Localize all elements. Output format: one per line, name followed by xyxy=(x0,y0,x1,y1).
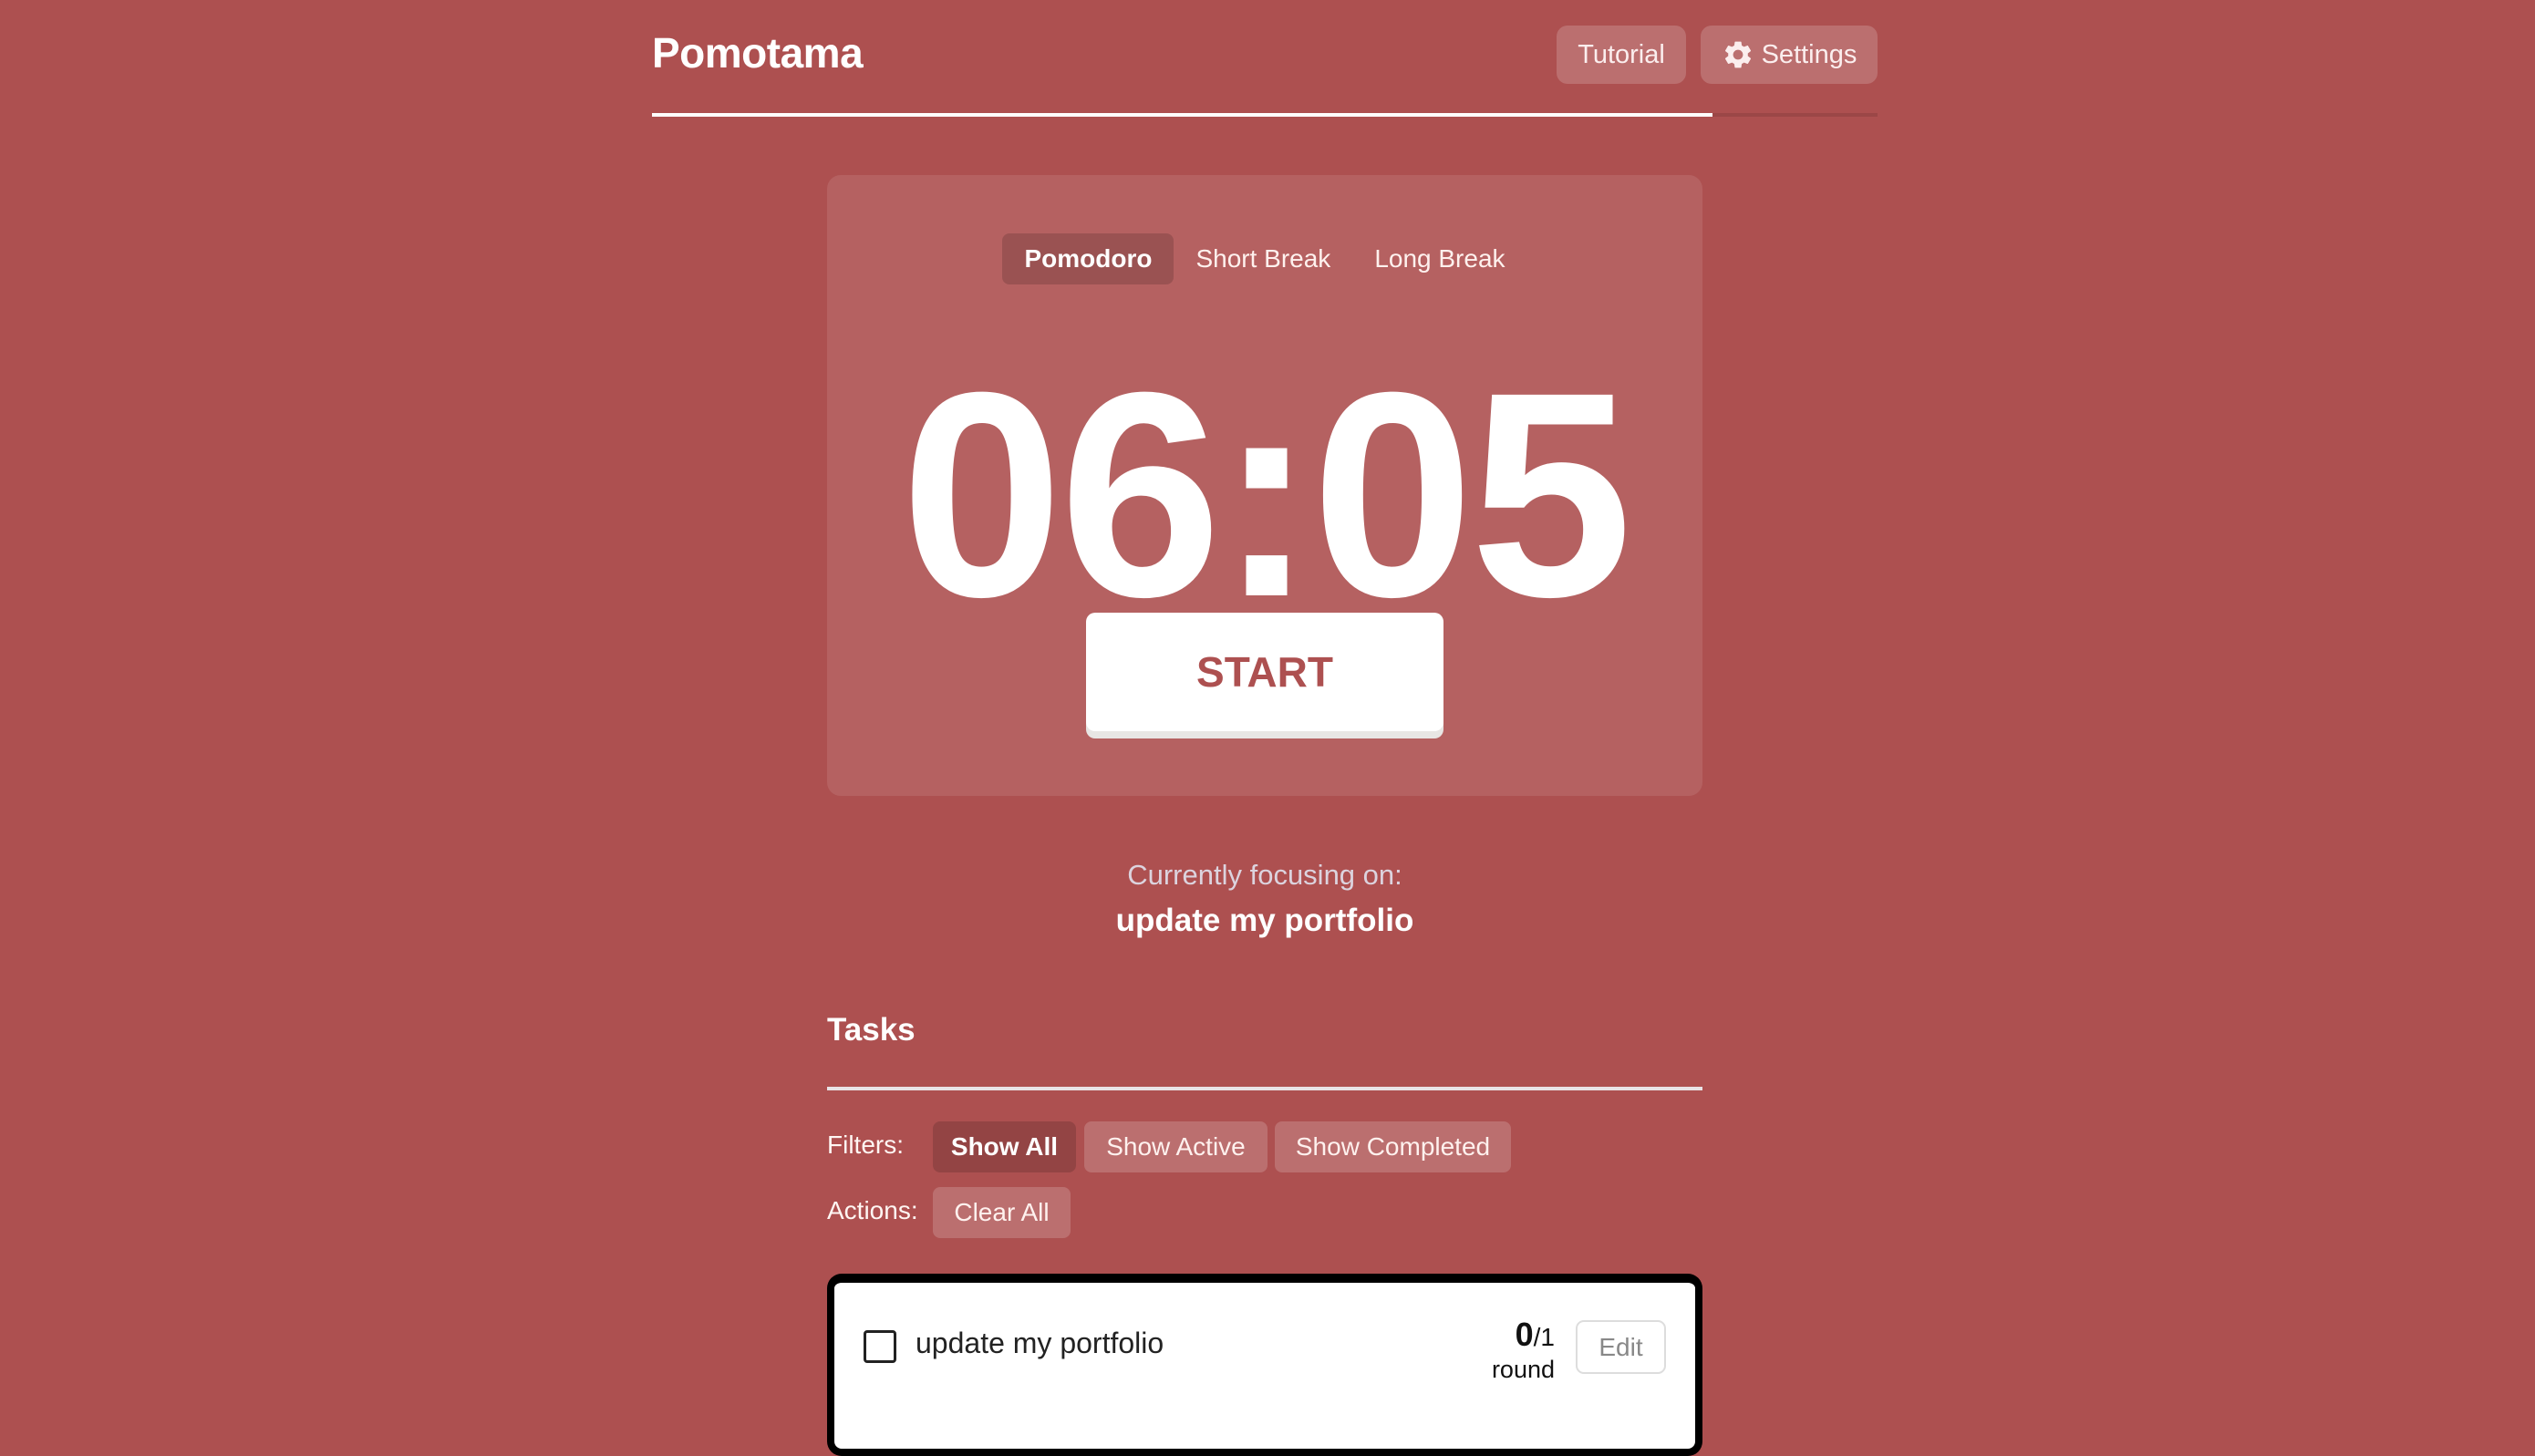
tab-pomodoro[interactable]: Pomodoro xyxy=(1002,233,1174,284)
rounds-total: /1 xyxy=(1533,1323,1555,1351)
task-checkbox[interactable] xyxy=(864,1330,896,1363)
filter-label: Show All xyxy=(950,1132,1059,1161)
mode-tabs: Pomodoro Short Break Long Break xyxy=(827,233,1702,284)
start-button[interactable]: START xyxy=(1086,613,1443,731)
gear-icon xyxy=(1722,38,1754,71)
focus-label: Currently focusing on: xyxy=(1127,859,1402,891)
timer-card: Pomodoro Short Break Long Break 06:05 ST… xyxy=(827,175,1702,796)
filter-show-completed-button[interactable]: Show Completed xyxy=(1275,1121,1511,1172)
filter-label: Show Completed xyxy=(1295,1132,1491,1161)
tab-short-break[interactable]: Short Break xyxy=(1174,233,1352,284)
rounds-done: 0 xyxy=(1515,1316,1534,1353)
tutorial-label: Tutorial xyxy=(1578,39,1665,69)
progress-bar xyxy=(652,113,1878,117)
tab-label: Pomodoro xyxy=(1024,244,1153,273)
clear-all-button[interactable]: Clear All xyxy=(933,1187,1071,1238)
focus-task: update my portfolio xyxy=(1115,903,1414,938)
actions-label: Actions: xyxy=(827,1196,918,1224)
tab-label: Short Break xyxy=(1195,244,1331,273)
tasks-heading: Tasks xyxy=(827,1012,916,1048)
tab-long-break[interactable]: Long Break xyxy=(1352,233,1526,284)
progress-fill xyxy=(652,113,1712,117)
filter-show-all-button[interactable]: Show All xyxy=(933,1121,1076,1172)
filter-label: Show Active xyxy=(1106,1132,1246,1161)
app-title: Pomotama xyxy=(652,29,864,77)
tutorial-button[interactable]: Tutorial xyxy=(1557,26,1686,84)
task-rounds: 0/1 round xyxy=(1473,1316,1555,1384)
filter-show-active-button[interactable]: Show Active xyxy=(1084,1121,1268,1172)
edit-task-button[interactable]: Edit xyxy=(1576,1320,1666,1374)
rounds-unit: round xyxy=(1491,1356,1555,1383)
action-label: Clear All xyxy=(954,1198,1050,1226)
settings-label: Settings xyxy=(1761,39,1857,69)
task-item[interactable]: update my portfolio 0/1 round Edit xyxy=(827,1274,1702,1456)
task-text: update my portfolio xyxy=(916,1327,1164,1359)
edit-label: Edit xyxy=(1599,1332,1643,1361)
timer-display: 06:05 xyxy=(900,331,1632,657)
tab-label: Long Break xyxy=(1374,244,1505,273)
filters-label: Filters: xyxy=(827,1131,904,1159)
tasks-divider xyxy=(827,1087,1702,1090)
settings-button[interactable]: Settings xyxy=(1701,26,1878,84)
